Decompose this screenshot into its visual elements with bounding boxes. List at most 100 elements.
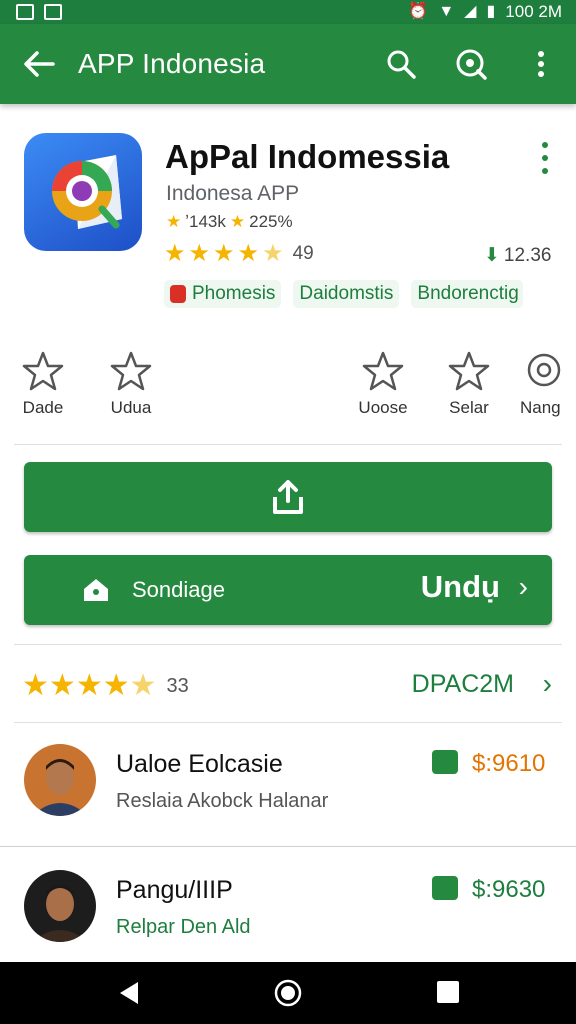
install-label: Undụ (420, 569, 500, 604)
status-time: 100 2M (505, 2, 562, 21)
star-icon: ★ (22, 669, 49, 702)
review-price: $:9610 (472, 750, 546, 777)
rating-short: 225% (249, 212, 293, 231)
review-subtitle: Reslaia Akobck Halanar (116, 790, 329, 812)
quick-action-label: Uoose (358, 398, 408, 417)
zoom-icon (456, 49, 487, 80)
app-icon (24, 133, 142, 251)
avatar (24, 744, 96, 816)
divider (0, 846, 576, 847)
divider (14, 644, 562, 645)
status-bar: ⏰ ▼ ◢ ▮ 100 2M (0, 0, 576, 24)
star-icon: ★ (237, 240, 260, 267)
back-button[interactable] (0, 24, 78, 104)
tag-label: Daidomstis (299, 283, 394, 304)
quick-action-selar[interactable]: Selar (434, 350, 504, 418)
nav-recents-icon (437, 981, 459, 1003)
quick-action-label: Nang (520, 398, 561, 417)
app-size: ⬇ 12.36 (484, 244, 551, 267)
search-icon (387, 50, 416, 79)
rating-count: 49 (292, 243, 314, 264)
star-icon: ★ (188, 240, 211, 267)
alarm-icon: ⏰ (408, 3, 429, 20)
back-arrow-icon (24, 51, 55, 77)
star-icon: ★ (75, 669, 103, 702)
tag-chip[interactable]: Daidomstis (293, 280, 400, 308)
tag-label: Bndorenctig (417, 283, 519, 304)
quick-action-uoose[interactable]: Uoose (348, 350, 418, 418)
star-outline-icon (448, 351, 490, 391)
quick-action-label: Udua (110, 398, 152, 417)
review-item[interactable]: Ualoe Eolcasie Reslaia Akobck Halanar $:… (0, 730, 576, 840)
star-half-icon: ★ (262, 240, 284, 267)
tag-label: Phomesis (192, 283, 276, 304)
search-button[interactable] (366, 24, 436, 104)
nav-back-button[interactable] (116, 979, 142, 1012)
chevron-right-icon: › (542, 668, 552, 699)
chevron-right-icon: › (518, 571, 528, 602)
verified-badge-icon (432, 876, 458, 900)
app-more-button[interactable] (530, 140, 560, 176)
system-nav-bar (0, 962, 576, 1024)
star-outline-icon (362, 351, 404, 391)
tag-chip[interactable]: Phomesis (164, 280, 282, 308)
rating-summary-total: DPAC2M (411, 670, 514, 698)
tag-chip[interactable]: Bndorenctig (411, 280, 524, 308)
wifi-icon: ▼ (438, 3, 455, 20)
tag-icon (170, 285, 186, 303)
battery-icon: ▮ (486, 3, 496, 20)
avatar-image (24, 744, 96, 816)
app-bar: APP Indonesia (0, 24, 576, 104)
quick-action-label: Selar (449, 398, 489, 417)
signal-icon: ◢ (464, 3, 477, 20)
divider (14, 444, 562, 445)
notification-icon (16, 4, 34, 20)
image-notification-icon (44, 4, 62, 20)
more-options-button[interactable] (506, 24, 576, 104)
review-author: Ualoe Eolcasie (116, 750, 283, 778)
divider (14, 722, 562, 723)
star-icon: ★ (102, 669, 130, 702)
home-icon (84, 579, 108, 601)
verified-badge-icon (432, 750, 458, 774)
download-icon: ⬇ (484, 245, 500, 266)
page-title: APP Indonesia (78, 48, 266, 79)
quick-action-nang[interactable]: Nang (520, 350, 576, 418)
review-subtitle: Relpar Den Ald (116, 916, 251, 938)
review-price: $:9630 (472, 876, 546, 903)
star-outline-icon (110, 351, 152, 391)
more-vert-icon (538, 51, 544, 77)
share-icon (273, 480, 303, 514)
star-icon: ★ (48, 669, 76, 702)
star-outline-icon (22, 351, 64, 391)
chat-icon (527, 353, 561, 387)
quick-action-label: Dade (22, 398, 64, 417)
quick-action-dade[interactable]: Dade (8, 350, 78, 418)
zoom-search-button[interactable] (436, 24, 506, 104)
nav-home-button[interactable] (274, 979, 302, 1012)
review-author: Pangu/IIIP (116, 876, 233, 904)
rating-summary-count: 33 (166, 674, 189, 697)
nav-home-icon (274, 979, 302, 1007)
rating-summary[interactable]: ★ ★ ★ ★ ★ 33 DPAC2M › (22, 668, 554, 704)
star-icon: ★ (166, 212, 182, 231)
share-button[interactable] (24, 462, 552, 532)
install-secondary-label: Sondiage (132, 577, 225, 602)
star-half-icon: ★ (129, 669, 157, 702)
category-tags: Phomesis Daidomstis Bndorenctig (164, 280, 524, 308)
review-item[interactable]: Pangu/IIIP Relpar Den Ald $:9630 (0, 856, 576, 966)
star-icon: ★ (229, 212, 246, 231)
avatar (24, 870, 96, 942)
nav-recents-button[interactable] (436, 979, 460, 1010)
star-icon: ★ (213, 240, 235, 267)
app-meta-line: ★ ⁠ʼ⁠143k ★ 225% (166, 212, 293, 232)
size-value: 12.36 (503, 244, 552, 266)
app-name: ApPal Indomessia (165, 138, 450, 175)
quick-action-udua[interactable]: Udua (96, 350, 166, 418)
install-button[interactable]: Sondiage Undụ › (24, 555, 552, 625)
download-count: ⁠ʼ⁠143k (185, 212, 226, 231)
star-icon: ★ (164, 240, 186, 267)
avatar-image (24, 870, 96, 942)
app-rating-stars: ★ ★ ★ ★ ★ 49 (164, 242, 314, 266)
developer-name[interactable]: Indonesa APP (166, 182, 299, 206)
